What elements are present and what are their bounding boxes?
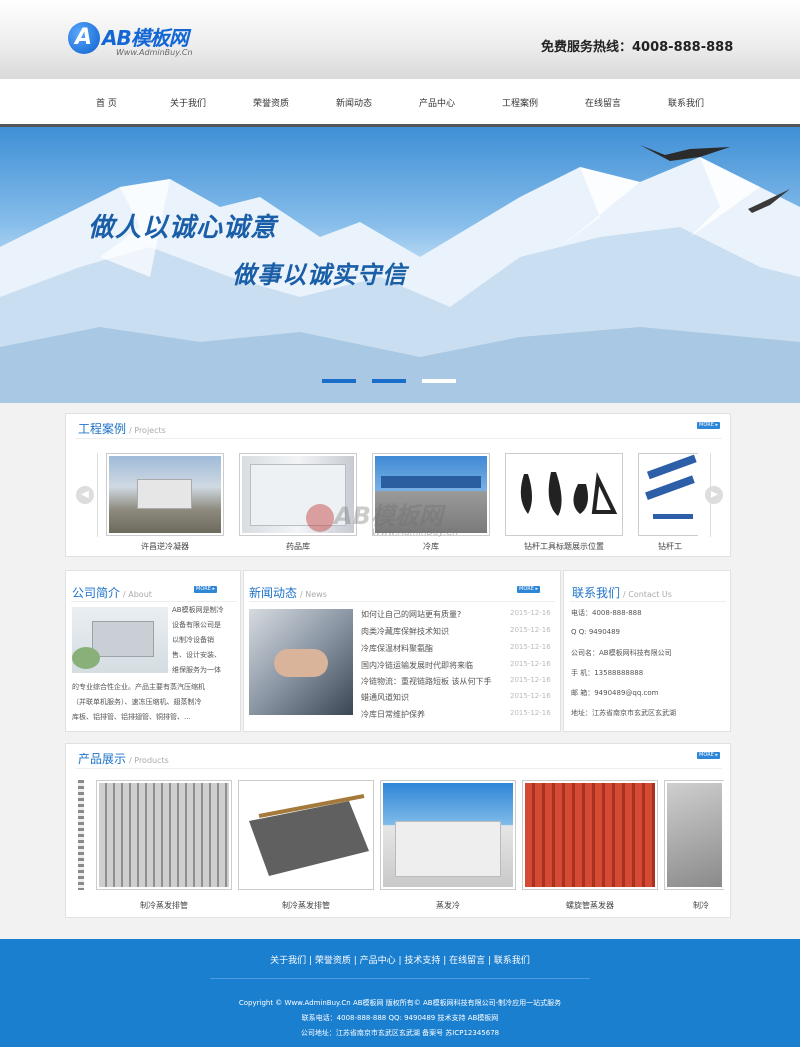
nav-news[interactable]: 新闻动态 [336,96,372,109]
product-image-1 [99,783,229,887]
product-caption-2[interactable]: 制冷蒸发排管 [246,900,366,911]
projects-next-arrow-icon[interactable]: ▶ [705,486,723,504]
about-panel: 公司简介 / About MORE ▸ AB模板网是制冷 设备有限公司是 以制冷设备销… [65,570,241,732]
news-item-3[interactable]: 冷库保温材料聚氨酯 2015-12-16 [361,643,553,654]
about-text-full: 的专业综合性企业。产品主要有蒸汽压缩机 （并联单机服务）、速冻压缩机、翅蒸制冷 库板… [72,683,205,721]
product-thumb-5[interactable] [664,780,724,890]
about-building-image [72,607,168,673]
banner-slogan-1: 做人以诚心诚意 [88,213,278,243]
main-nav: 首 页 关于我们 荣誉资质 新闻动态 产品中心 工程案例 在线留言 联系我们 [0,79,800,127]
product-caption-4[interactable]: 螺旋管蒸发器 [530,900,650,911]
footer-address: 公司地址：江苏省南京市玄武区玄武湖 备案号 苏ICP12345678 [300,1029,500,1037]
eagle-icon [640,145,730,161]
watermark-sub: Www.AdminBuy.Cn [372,528,459,538]
news-handshake-image [249,609,353,715]
contact-company: 公司名：AB模板网科技有限公司 [571,649,672,657]
contact-phone: 电话：4008-888-888 [571,609,642,617]
products-more-button[interactable]: MORE ▸ [697,752,720,759]
news-item-4[interactable]: 国内冷链运输发展时代即将来临 2015-12-16 [361,660,553,671]
news-item-5[interactable]: 冷链物流：重视链路短板 该从何下手 2015-12-16 [361,676,553,687]
contact-address: 地址：江苏省南京市玄武区玄武湖 [571,709,676,717]
product-caption-1[interactable]: 制冷蒸发排管 [104,900,224,911]
logo-subtitle: Www.AdminBuy.Cn [116,48,193,57]
product-strip-left [78,780,84,890]
product-thumb-4[interactable] [522,780,658,890]
news-item-1[interactable]: 如何让自己的网站更有质量? 2015-12-16 [361,609,553,620]
watermark-text: AB模板网 [334,502,443,530]
contact-email[interactable]: 邮 箱：9490489@qq.com [571,688,658,698]
product-caption-5[interactable]: 制冷 [676,900,726,911]
nav-message[interactable]: 在线留言 [585,96,621,109]
logo-letter: A [75,25,93,50]
contact-qq: Q Q: 9490489 [571,628,621,636]
project-caption-5[interactable]: 钻杆工 [625,541,715,552]
product-image-5 [667,783,722,887]
news-item-7[interactable]: 冷库日常维护保养 2015-12-16 [361,709,553,720]
product-thumb-3[interactable] [380,780,516,890]
project-thumb-5[interactable] [638,453,698,536]
nav-contact[interactable]: 联系我们 [668,96,704,109]
product-thumb-1[interactable] [96,780,232,890]
news-item-6[interactable]: 蜡通风道知识 2015-12-16 [361,692,553,703]
projects-title: 工程案例 / Projects [78,422,166,436]
site-logo[interactable]: A AB模板网 Www.AdminBuy.Cn [66,20,236,64]
news-title: 新闻动态 / News [249,586,327,600]
contact-mobile: 手 机：13588888888 [571,669,644,677]
projects-prev-arrow-icon[interactable]: ◀ [76,486,94,504]
footer: 关于我们 | 荣誉资质 | 产品中心 | 技术支持 | 在线留言 | 联系我们 … [0,939,800,1047]
news-item-2[interactable]: 肉类冷藏库保鲜技术知识 2015-12-16 [361,626,553,637]
news-more-button[interactable]: MORE ▸ [517,586,540,593]
nav-honors[interactable]: 荣誉资质 [253,96,289,109]
slide-dot-1[interactable] [322,379,356,383]
about-title: 公司简介 / About [72,586,152,600]
nav-about[interactable]: 关于我们 [170,96,206,109]
nav-products[interactable]: 产品中心 [419,96,455,109]
header: A AB模板网 Www.AdminBuy.Cn 免费服务热线：4008-888-… [0,0,800,79]
hotline: 免费服务热线：4008-888-888 [541,40,734,55]
project-thumb-1[interactable] [106,453,224,536]
logo-text: AB模板网 [102,26,189,50]
logo-badge-icon: A [68,22,100,54]
hero-banner[interactable]: 做人以诚心诚意 做事以诚实守信 [0,127,800,403]
project-thumb-4[interactable] [505,453,623,536]
about-more-button[interactable]: MORE ▸ [194,586,217,593]
slide-dot-3[interactable] [422,379,456,383]
product-thumb-2[interactable] [238,780,374,890]
project-caption-4[interactable]: 钻杆工具标题展示位置 [504,541,624,552]
slide-dot-2[interactable] [372,379,406,383]
contact-title: 联系我们 / Contact Us [572,586,672,600]
product-caption-3[interactable]: 蒸发冷 [388,900,508,911]
nav-projects[interactable]: 工程案例 [502,96,538,109]
footer-copyright: Copyright © Www.AdminBuy.Cn AB模板网 版权所有© … [238,999,562,1007]
footer-divider [210,978,590,979]
about-text-side: AB模板网是制冷 设备有限公司是 以制冷设备销 售、设计安装、 维保服务为一体 [172,606,224,674]
projects-more-button[interactable]: MORE ▸ [697,422,720,429]
product-image-4 [525,783,655,887]
banner-slogan-2: 做事以诚实守信 [232,261,407,289]
footer-contact: 联系电话：4008-888-888 QQ: 9490489 技术支持 AB模板网 [301,1014,499,1022]
project-caption-1[interactable]: 许昌逆冷凝器 [105,541,225,552]
products-title: 产品展示 / Products [78,752,169,766]
nav-home[interactable]: 首 页 [96,96,117,109]
footer-links[interactable]: 关于我们 | 荣誉资质 | 产品中心 | 技术支持 | 在线留言 | 联系我们 [0,953,800,966]
